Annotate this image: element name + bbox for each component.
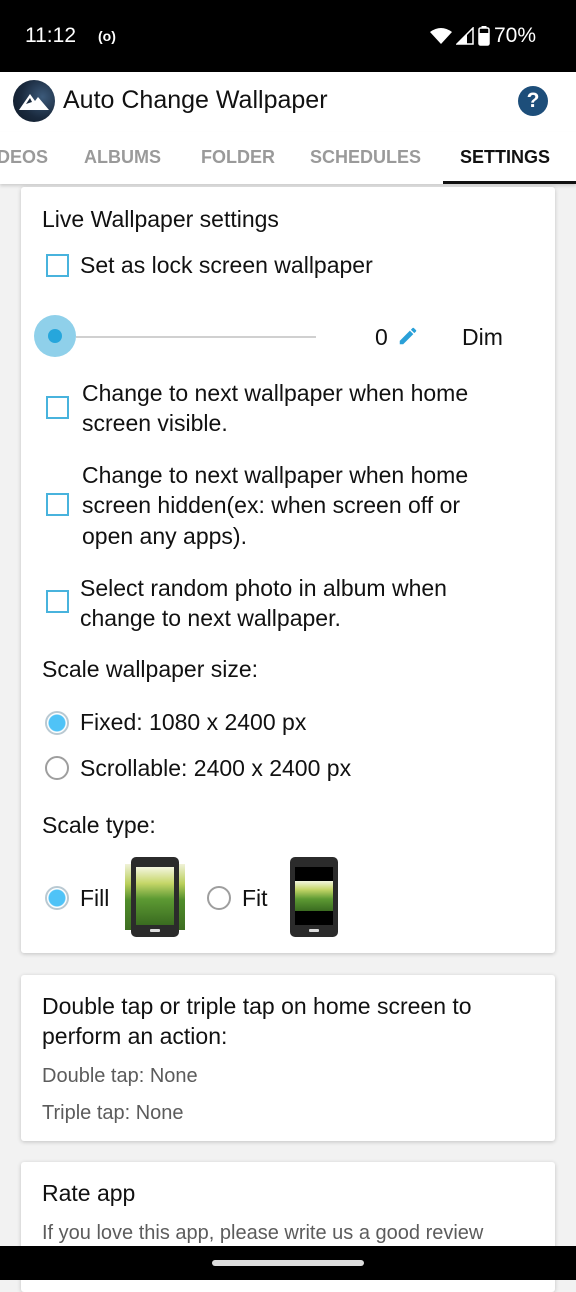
battery-icon (478, 26, 490, 46)
rate-app-description: If you love this app, please write us a … (42, 1222, 484, 1244)
help-icon[interactable]: ? (518, 86, 548, 116)
fill-phone-icon (131, 857, 179, 937)
tab-videos[interactable]: DEOS (0, 147, 48, 168)
lock-screen-label[interactable]: Set as lock screen wallpaper (80, 250, 373, 281)
scale-fill-radio[interactable] (45, 886, 69, 910)
hotspot-icon: (o) (98, 28, 116, 44)
scale-fit-radio[interactable] (207, 886, 231, 910)
next-on-visible-checkbox[interactable] (46, 396, 69, 419)
dim-value: 0 (375, 324, 388, 350)
navigation-bar (0, 1246, 576, 1280)
scale-fixed-radio[interactable] (45, 711, 69, 735)
next-on-visible-line1[interactable]: Change to next wallpaper when home (82, 378, 468, 409)
dim-slider-thumb[interactable] (48, 329, 62, 343)
next-on-visible-line2[interactable]: screen visible. (82, 408, 228, 439)
active-tab-indicator (443, 181, 576, 184)
battery-percent: 70% (493, 24, 536, 47)
scale-fill-label[interactable]: Fill (80, 883, 109, 914)
random-photo-line1[interactable]: Select random photo in album when (80, 573, 447, 604)
dim-slider-track[interactable] (76, 336, 316, 338)
next-on-hidden-checkbox[interactable] (46, 493, 69, 516)
tab-folder[interactable]: FOLDER (201, 147, 275, 168)
scale-fit-label[interactable]: Fit (242, 883, 268, 914)
lock-screen-checkbox[interactable] (46, 254, 69, 277)
random-photo-line2[interactable]: change to next wallpaper. (80, 603, 341, 634)
home-gesture-handle[interactable] (212, 1260, 364, 1266)
tap-actions-card[interactable]: Double tap or triple tap on home screen … (21, 975, 555, 1141)
section-title: Live Wallpaper settings (42, 206, 279, 232)
next-on-hidden-line3[interactable]: open any apps). (82, 521, 247, 552)
scale-fixed-label[interactable]: Fixed: 1080 x 2400 px (80, 707, 306, 738)
scale-scrollable-label[interactable]: Scrollable: 2400 x 2400 px (80, 753, 351, 784)
tab-bar: DEOS ALBUMS FOLDER SCHEDULES SETTINGS (0, 132, 576, 184)
status-time: 11:12 (25, 24, 76, 47)
live-wallpaper-settings-card: Live Wallpaper settings Set as lock scre… (21, 187, 555, 953)
dim-label: Dim (462, 324, 503, 350)
wifi-icon (429, 28, 452, 44)
next-on-hidden-line1[interactable]: Change to next wallpaper when home (82, 460, 468, 491)
fit-phone-icon (290, 857, 338, 937)
tab-albums[interactable]: ALBUMS (84, 147, 161, 168)
next-on-hidden-line2[interactable]: screen hidden(ex: when screen off or (82, 490, 460, 521)
double-tap-value[interactable]: Double tap: None (42, 1061, 198, 1092)
scale-scrollable-radio[interactable] (45, 756, 69, 780)
status-bar: 11:12 (o) 70% (0, 0, 576, 72)
signal-icon (455, 27, 474, 45)
scale-size-title: Scale wallpaper size: (42, 656, 259, 682)
tap-actions-title-line2: perform an action: (42, 1023, 228, 1049)
app-title: Auto Change Wallpaper (63, 86, 328, 114)
scale-type-title: Scale type: (42, 812, 156, 838)
tap-actions-title-line1: Double tap or triple tap on home screen … (42, 993, 472, 1019)
tab-schedules[interactable]: SCHEDULES (310, 147, 421, 168)
app-bar: Auto Change Wallpaper ? (0, 72, 576, 132)
app-logo-icon (13, 80, 55, 122)
tab-settings[interactable]: SETTINGS (460, 147, 550, 168)
rate-app-title: Rate app (42, 1180, 136, 1206)
random-photo-checkbox[interactable] (46, 590, 69, 613)
edit-pencil-icon[interactable] (397, 325, 419, 347)
triple-tap-value[interactable]: Triple tap: None (42, 1098, 184, 1129)
